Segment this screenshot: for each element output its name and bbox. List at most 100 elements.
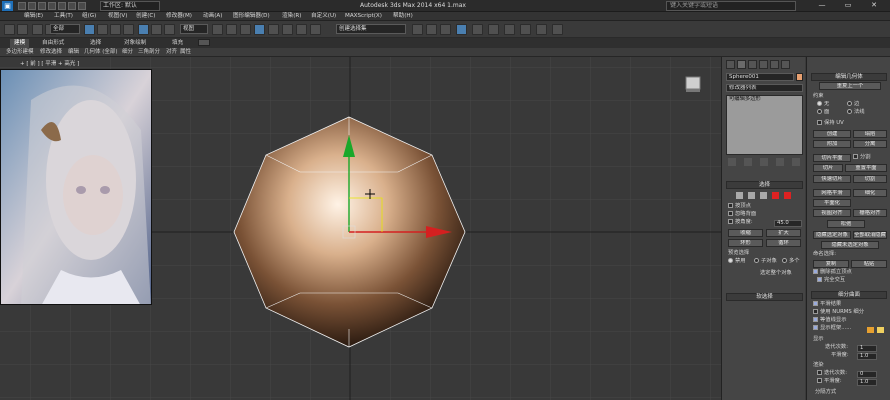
smooth-result-checkbox[interactable]: 平滑结果 [813, 301, 841, 308]
constraint-normal-radio[interactable]: 法线 [847, 109, 865, 116]
render-smoothness-spinner[interactable]: 1.0 [857, 379, 877, 386]
element-level-icon[interactable] [784, 192, 791, 199]
save-file-icon[interactable] [38, 2, 46, 10]
tab-populate[interactable]: 填充 [168, 39, 187, 48]
ribbon-align[interactable]: 对齐 [166, 48, 177, 57]
tab-freeform[interactable]: 自由形式 [38, 39, 68, 48]
slice-button[interactable]: 切片 [813, 164, 843, 172]
collapse-button[interactable]: 塌陷 [853, 130, 887, 138]
link-icon[interactable] [32, 24, 43, 35]
render-iterations-checkbox[interactable]: 迭代次数: [817, 370, 847, 377]
tab-selection[interactable]: 选择 [86, 39, 105, 48]
grow-button[interactable]: 扩大 [766, 229, 801, 237]
configure-sets-icon[interactable] [792, 158, 800, 166]
menu-animation[interactable]: 动画(A) [203, 12, 222, 21]
select-manipulate-icon[interactable] [226, 24, 237, 35]
ribbon-polygon-modeling[interactable]: 多边形建模 [6, 48, 34, 57]
create-tab-icon[interactable] [726, 60, 735, 69]
menu-modifiers[interactable]: 修改器(M) [166, 12, 192, 21]
align-icon[interactable] [426, 24, 437, 35]
full-interactivity-checkbox[interactable]: 完全交互 [817, 277, 845, 284]
search-input[interactable]: 键入关键字或短语 [666, 1, 796, 11]
menu-views[interactable]: 视图(V) [108, 12, 127, 21]
percent-snap-icon[interactable] [282, 24, 293, 35]
ribbon-geometry-all[interactable]: 几何体 (全部) [84, 48, 118, 57]
selection-rollout-header[interactable]: 选择 [726, 181, 803, 189]
close-icon[interactable]: ✕ [862, 0, 886, 11]
modify-tab-icon[interactable] [737, 60, 746, 69]
create-button[interactable]: 创建 [813, 130, 851, 138]
delete-isolated-checkbox[interactable]: 删除孤立顶点 [813, 269, 852, 276]
ribbon-toggle-icon[interactable] [198, 39, 210, 46]
menu-customize[interactable]: 自定义(U) [311, 12, 336, 21]
view-align-button[interactable]: 视图对齐 [813, 209, 851, 217]
workspace-dropdown[interactable]: 工作区: 默认 [100, 1, 160, 11]
pin-stack-icon[interactable] [728, 158, 736, 166]
window-crossing-icon[interactable] [123, 24, 134, 35]
ignore-backfacing-checkbox[interactable]: 忽略背面 [728, 211, 756, 218]
rotate-icon[interactable] [151, 24, 162, 35]
show-end-result-icon[interactable] [744, 158, 752, 166]
render-setup-icon[interactable] [520, 24, 531, 35]
ribbon-properties[interactable]: 属性 [180, 48, 191, 57]
menu-edit[interactable]: 编辑(E) [24, 12, 43, 21]
stack-item-editable-poly[interactable]: 可编辑多边形 [727, 96, 802, 103]
select-whole-object[interactable]: 选定整个对象 [760, 270, 792, 277]
remove-modifier-icon[interactable] [776, 158, 784, 166]
copy-button[interactable]: 复制 [813, 260, 849, 268]
render-production-icon[interactable] [552, 24, 563, 35]
reference-coordinate-dropdown[interactable]: 视图 [180, 24, 208, 34]
fetch-icon[interactable] [78, 2, 86, 10]
layer-manager-icon[interactable] [440, 24, 451, 35]
select-by-name-icon[interactable] [97, 24, 108, 35]
scale-icon[interactable] [164, 24, 175, 35]
display-tab-icon[interactable] [770, 60, 779, 69]
new-file-icon[interactable] [18, 2, 26, 10]
render-iterations-spinner[interactable]: 0 [857, 371, 877, 378]
named-selection-set-dropdown[interactable]: 创建选择集 [336, 24, 406, 34]
maximize-icon[interactable]: ▭ [836, 0, 860, 11]
tessellate-button[interactable]: 细化 [853, 189, 887, 197]
constraint-edge-radio[interactable]: 边 [847, 101, 859, 108]
edit-named-selection-icon[interactable] [310, 24, 321, 35]
by-angle-checkbox[interactable]: 按角度: [728, 219, 753, 226]
menu-help[interactable]: 帮助(H) [393, 12, 413, 21]
display-smoothness-spinner[interactable]: 1.0 [857, 353, 877, 360]
ribbon-triangulation[interactable]: 三角剖分 [138, 48, 160, 57]
object-color-swatch[interactable] [796, 73, 803, 81]
curve-editor-icon[interactable] [472, 24, 483, 35]
viewport-label[interactable]: + [ 前 ] [ 平滑 + 高光 ] [20, 59, 79, 67]
hide-selected-button[interactable]: 隐藏选定对象 [813, 231, 851, 239]
undo-icon[interactable] [4, 24, 15, 35]
cage-color-1-swatch[interactable] [867, 327, 874, 333]
graphite-tools-icon[interactable] [456, 24, 467, 35]
unhide-all-button[interactable]: 全部取消隐藏 [853, 231, 887, 239]
vertex-level-icon[interactable] [736, 192, 743, 199]
polygon-level-icon[interactable] [772, 192, 779, 199]
isoline-display-checkbox[interactable]: 等值线显示 [813, 317, 847, 324]
cage-color-2-swatch[interactable] [877, 327, 884, 333]
menu-create[interactable]: 创建(C) [136, 12, 155, 21]
region-select-icon[interactable] [110, 24, 121, 35]
detach-button[interactable]: 分离 [853, 140, 887, 148]
ribbon-modify-selection[interactable]: 修改选择 [40, 48, 62, 57]
menu-tools[interactable]: 工具(T) [54, 12, 73, 21]
preview-multi-radio[interactable]: 多个 [782, 258, 800, 265]
spinner-snap-icon[interactable] [296, 24, 307, 35]
preserve-uv-checkbox[interactable]: 保持 UV [817, 120, 844, 127]
attach-button[interactable]: 附加 [813, 140, 851, 148]
make-planar-button[interactable]: 平面化 [813, 199, 851, 207]
hierarchy-tab-icon[interactable] [748, 60, 757, 69]
ring-button[interactable]: 环形 [728, 239, 763, 247]
preview-subobj-radio[interactable]: 子对象 [754, 258, 777, 265]
schematic-view-icon[interactable] [488, 24, 499, 35]
move-icon[interactable] [138, 24, 149, 35]
cut-button[interactable]: 切割 [853, 175, 887, 183]
loop-button[interactable]: 循环 [766, 239, 801, 247]
angle-snap-icon[interactable] [268, 24, 279, 35]
ribbon-subdivision[interactable]: 细分 [122, 48, 133, 57]
grid-align-button[interactable]: 栅格对齐 [853, 209, 887, 217]
display-iterations-spinner[interactable]: 1 [857, 345, 877, 352]
paste-button[interactable]: 粘贴 [851, 260, 887, 268]
soft-selection-rollout-header[interactable]: 软选择 [726, 293, 803, 301]
